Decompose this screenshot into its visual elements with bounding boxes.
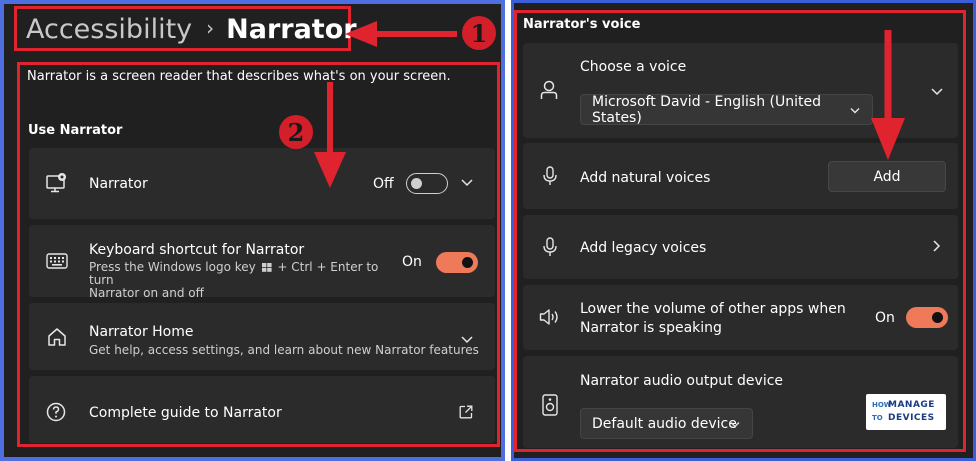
- help-circle-icon: [46, 402, 66, 426]
- narrator-monitor-icon: [46, 173, 68, 197]
- lower-volume-label-line1: Lower the volume of other apps when: [580, 301, 846, 317]
- windows-logo-icon: [261, 262, 272, 272]
- chevron-right-icon[interactable]: [933, 240, 941, 255]
- choose-voice-label: Choose a voice: [580, 59, 687, 75]
- annotation-badge-2: 2: [279, 115, 313, 149]
- chevron-down-icon: [730, 417, 740, 430]
- microphone-icon: [543, 237, 557, 261]
- open-external-icon[interactable]: [459, 404, 473, 423]
- how-to-manage-devices-logo: HOW MANAGE TO DEVICES: [866, 394, 946, 430]
- keyboard-shortcut-state-label: On: [402, 254, 422, 270]
- natural-voices-label: Add natural voices: [580, 170, 711, 186]
- microphone-icon: [543, 166, 557, 190]
- narrator-guide-card[interactable]: Complete guide to Narrator: [29, 376, 495, 443]
- narrator-label: Narrator: [89, 176, 148, 192]
- keyboard-icon: [46, 253, 68, 273]
- narrator-home-label: Narrator Home: [89, 324, 194, 340]
- audio-output-label: Narrator audio output device: [580, 373, 784, 389]
- narrator-state-label: Off: [373, 176, 394, 192]
- home-icon: [47, 327, 67, 351]
- annotation-badge-1: 1: [462, 16, 496, 50]
- chevron-down-icon[interactable]: [931, 85, 943, 99]
- chevron-down-icon: [850, 103, 860, 116]
- page-title: Narrator: [226, 14, 357, 45]
- audio-output-select[interactable]: Default audio device: [580, 408, 753, 439]
- keyboard-shortcut-card: Keyboard shortcut for Narrator Press the…: [29, 225, 495, 300]
- lower-volume-label-line2: Narrator is speaking: [580, 320, 722, 336]
- breadcrumb: Accessibility › Narrator: [26, 13, 357, 48]
- narrator-home-card[interactable]: Narrator Home Get help, access settings,…: [29, 303, 495, 370]
- chevron-down-icon[interactable]: [461, 333, 473, 347]
- keyboard-shortcut-description: Press the Windows logo key + Ctrl + Ente…: [89, 260, 379, 300]
- keyboard-shortcut-label: Keyboard shortcut for Narrator: [89, 242, 305, 258]
- breadcrumb-separator: ›: [206, 16, 215, 40]
- speaker-icon: [539, 308, 561, 330]
- chevron-down-icon[interactable]: [461, 176, 473, 190]
- narrator-guide-label: Complete guide to Narrator: [89, 405, 282, 421]
- lower-volume-toggle[interactable]: [906, 307, 948, 328]
- narrator-toggle[interactable]: [406, 173, 448, 194]
- annotation-arrow-3: [871, 30, 905, 160]
- lower-volume-state-label: On: [875, 310, 895, 326]
- audio-device-icon: [542, 394, 558, 420]
- lower-volume-card: Lower the volume of other apps when Narr…: [523, 285, 958, 350]
- legacy-voices-card[interactable]: Add legacy voices: [523, 215, 958, 279]
- voice-select[interactable]: Microsoft David - English (United States…: [580, 94, 873, 126]
- keyboard-shortcut-toggle[interactable]: [436, 252, 478, 273]
- narrators-voice-heading: Narrator's voice: [523, 17, 641, 32]
- legacy-voices-label: Add legacy voices: [580, 240, 707, 256]
- annotation-arrow-1: [345, 21, 457, 47]
- narrator-card[interactable]: Narrator Off: [29, 148, 495, 219]
- breadcrumb-accessibility[interactable]: Accessibility: [26, 14, 192, 45]
- use-narrator-heading: Use Narrator: [28, 123, 123, 138]
- narrator-home-description: Get help, access settings, and learn abo…: [89, 343, 479, 357]
- narrator-description: Narrator is a screen reader that describ…: [27, 69, 451, 84]
- add-natural-voices-button[interactable]: Add: [828, 161, 946, 192]
- person-icon: [540, 80, 558, 104]
- annotation-arrow-2: [314, 82, 346, 188]
